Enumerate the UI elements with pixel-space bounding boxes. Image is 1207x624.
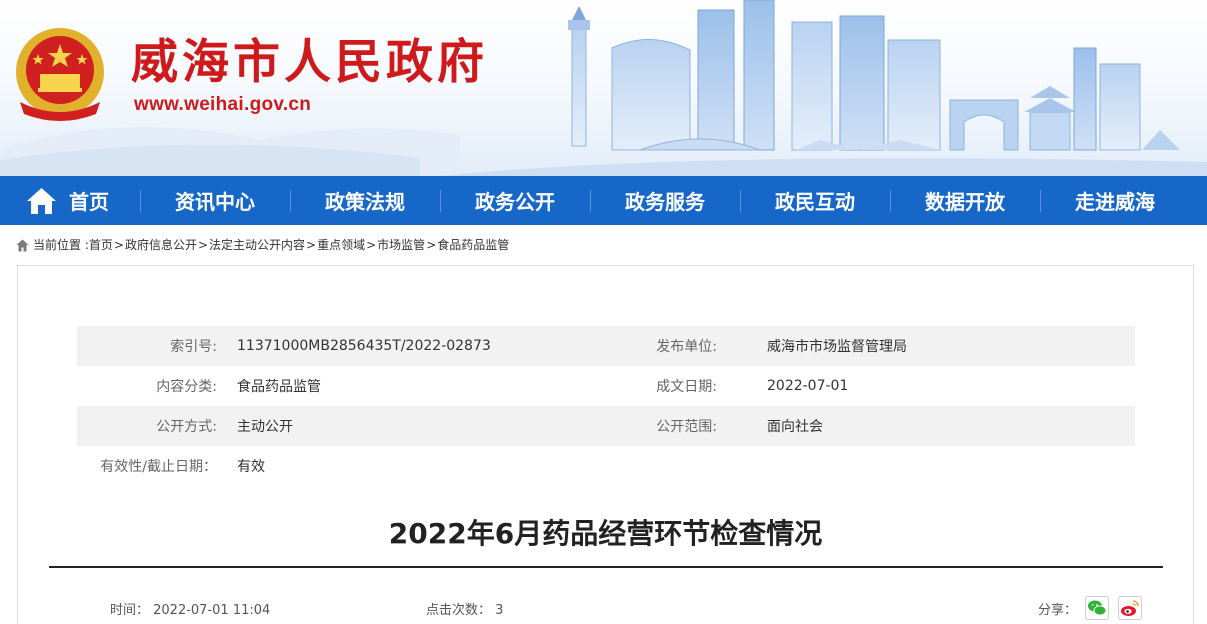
breadcrumb-separator: > [306, 238, 317, 252]
article-panel: 索引号: 11371000MB2856435T/2022-02873 发布单位:… [17, 265, 1194, 624]
breadcrumb-separator: > [197, 238, 209, 252]
nav-item-home[interactable]: 首页 [0, 176, 140, 225]
nav-item-policies[interactable]: 政策法规 [290, 176, 440, 225]
nav-item-government-affairs-disclosure[interactable]: 政务公开 [440, 176, 590, 225]
open-method-value: 主动公开 [237, 419, 293, 435]
open-scope-label: 公开范围: [656, 419, 717, 435]
validity-value: 有效 [237, 459, 265, 475]
national-emblem-icon [16, 28, 104, 121]
breadcrumb-link-home[interactable]: 首页 [89, 237, 113, 253]
metadata-row: 有效性/截止日期： 有效 [77, 446, 1135, 486]
breadcrumb-link-key-areas[interactable]: 重点领域 [317, 237, 365, 253]
publisher-label: 发布单位: [656, 339, 717, 355]
breadcrumb-link-food-drug[interactable]: 食品药品监管 [437, 237, 509, 253]
publish-time: 时间： 2022-07-01 11:04 [110, 603, 271, 618]
breadcrumb-separator: > [113, 238, 124, 252]
open-scope-value: 面向社会 [767, 419, 823, 435]
breadcrumb-link-statutory-disclosure[interactable]: 法定主动公开内容 [209, 237, 305, 253]
nav-item-about-weihai[interactable]: 走进威海 [1040, 176, 1190, 225]
nav-item-label: 首页 [69, 190, 109, 214]
written-date-label: 成文日期: [656, 379, 717, 395]
document-metadata-table: 索引号: 11371000MB2856435T/2022-02873 发布单位:… [77, 326, 1135, 486]
wechat-icon[interactable] [1085, 596, 1109, 620]
nav-item-public-interaction[interactable]: 政民互动 [740, 176, 890, 225]
open-method-label: 公开方式: [156, 419, 217, 435]
metadata-row: 内容分类: 食品药品监管 成文日期: 2022-07-01 [77, 366, 1135, 406]
category-label: 内容分类: [156, 379, 217, 395]
header-banner: 威海市人民政府 www.weihai.gov.cn [0, 0, 1207, 176]
written-date-value: 2022-07-01 [767, 378, 849, 394]
validity-label: 有效性/截止日期： [100, 459, 217, 475]
site-title[interactable]: 威海市人民政府 [131, 34, 488, 92]
metadata-row: 索引号: 11371000MB2856435T/2022-02873 发布单位:… [77, 326, 1135, 366]
index-number-value: 11371000MB2856435T/2022-02873 [237, 338, 491, 354]
main-nav: 首页 资讯中心 政策法规 政务公开 政务服务 政民互动 数据开放 走进威海 [0, 176, 1207, 225]
article-info-bar: 时间： 2022-07-01 11:04 点击次数： 3 分享： [18, 596, 1193, 620]
breadcrumb-link-market-supervision[interactable]: 市场监管 [377, 237, 425, 253]
breadcrumb-separator: > [366, 238, 377, 252]
home-icon [16, 239, 29, 251]
nav-item-government-services[interactable]: 政务服务 [590, 176, 740, 225]
weibo-icon[interactable] [1118, 596, 1142, 620]
breadcrumb-separator: > [426, 238, 437, 252]
title-divider [49, 566, 1163, 568]
metadata-row: 公开方式: 主动公开 公开范围: 面向社会 [77, 406, 1135, 446]
breadcrumb-link-gov-info[interactable]: 政府信息公开 [125, 237, 197, 253]
nav-item-news-center[interactable]: 资讯中心 [140, 176, 290, 225]
index-number-label: 索引号: [170, 339, 217, 355]
breadcrumb: 当前位置 : 首页 > 政府信息公开 > 法定主动公开内容 > 重点领域 > 市… [16, 237, 509, 253]
nav-item-open-data[interactable]: 数据开放 [890, 176, 1040, 225]
breadcrumb-prefix: 当前位置 : [33, 238, 89, 252]
share-label: 分享： [1038, 603, 1078, 618]
home-icon [27, 187, 56, 214]
publisher-value: 威海市市场监督管理局 [767, 339, 907, 355]
click-count: 点击次数： 3 [426, 603, 504, 618]
article-title: 2022年6月药品经营环节检查情况 [388, 517, 823, 550]
site-url[interactable]: www.weihai.gov.cn [134, 94, 311, 116]
category-value: 食品药品监管 [237, 379, 321, 395]
